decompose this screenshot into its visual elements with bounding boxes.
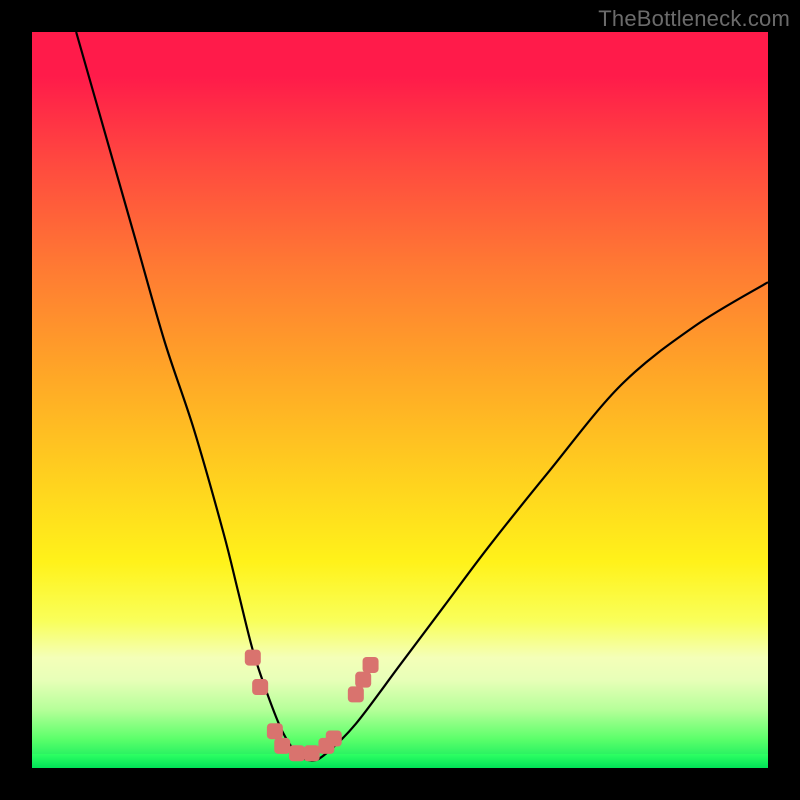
- marker-point: [326, 731, 342, 747]
- marker-point: [274, 738, 290, 754]
- marker-point: [304, 745, 320, 761]
- chart-frame: TheBottleneck.com: [0, 0, 800, 800]
- marker-point: [363, 657, 379, 673]
- marker-point: [267, 723, 283, 739]
- marker-point: [289, 745, 305, 761]
- curve-layer: [32, 32, 768, 768]
- marker-point: [245, 650, 261, 666]
- marker-point: [355, 672, 371, 688]
- plot-area: [32, 32, 768, 768]
- marker-point: [252, 679, 268, 695]
- bottleneck-curve-path: [76, 32, 768, 761]
- watermark-text: TheBottleneck.com: [598, 6, 790, 32]
- marker-point: [348, 686, 364, 702]
- marker-group: [245, 650, 379, 762]
